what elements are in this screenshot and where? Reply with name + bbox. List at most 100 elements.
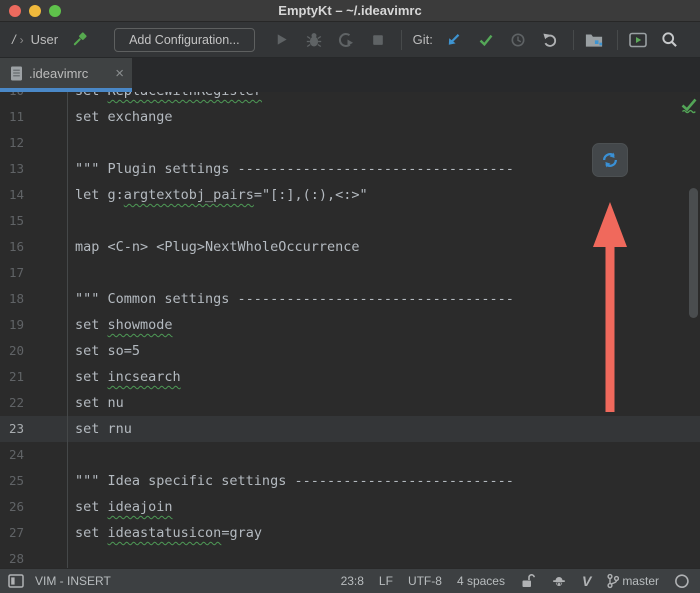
profiler-icon[interactable] [337, 31, 355, 49]
traffic-lights [9, 5, 61, 17]
typo-squiggle-word: incsearch [108, 369, 181, 385]
git-update-icon[interactable] [445, 31, 463, 49]
toolbar-separator [401, 30, 402, 50]
code-line[interactable]: 24 [0, 442, 700, 468]
code-text [68, 130, 75, 156]
line-number[interactable]: 23 [0, 416, 68, 442]
code-line[interactable]: 28 [0, 546, 700, 568]
code-line[interactable]: 25""" Idea specific settings -----------… [0, 468, 700, 494]
code-text: set ReplaceWithRegister [68, 92, 262, 104]
line-number[interactable]: 25 [0, 468, 68, 494]
line-number[interactable]: 20 [0, 338, 68, 364]
line-number[interactable]: 10 [0, 92, 68, 104]
code-text: set nu [68, 390, 124, 416]
line-number[interactable]: 15 [0, 208, 68, 234]
toolbar-separator [617, 30, 618, 50]
inspections-ok-icon[interactable] [680, 96, 698, 114]
code-text: """ Idea specific settings -------------… [68, 468, 514, 494]
code-line[interactable]: 11set exchange [0, 104, 700, 130]
stop-icon[interactable] [369, 31, 387, 49]
code-text: """ Plugin settings --------------------… [68, 156, 514, 182]
sync-refresh-button[interactable] [592, 143, 628, 177]
breadcrumb-root[interactable]: / [12, 32, 16, 47]
highlighting-level-hector-icon[interactable] [551, 573, 567, 589]
search-icon[interactable] [661, 31, 679, 49]
notifications-icon[interactable] [674, 573, 690, 589]
vertical-scrollbar-thumb[interactable] [689, 188, 698, 318]
line-number[interactable]: 24 [0, 442, 68, 468]
debug-bug-icon[interactable] [305, 31, 323, 49]
code-text [68, 208, 75, 234]
caret-position[interactable]: 23:8 [341, 574, 364, 588]
code-text: set rnu [68, 416, 132, 442]
add-configuration-button[interactable]: Add Configuration... [114, 28, 255, 52]
file-encoding[interactable]: UTF-8 [408, 574, 442, 588]
history-clock-icon[interactable] [509, 31, 527, 49]
git-label: Git: [413, 32, 433, 47]
tab-label: .ideavimrc [29, 66, 88, 81]
git-branch-icon [606, 573, 619, 589]
code-text: """ Common settings --------------------… [68, 286, 514, 312]
line-separator[interactable]: LF [379, 574, 393, 588]
typo-squiggle-word: ideajoin [108, 499, 173, 515]
code-text: let g:argtextobj_pairs="[:],(:),<:>" [68, 182, 368, 208]
toolwindow-toggle-icon[interactable] [8, 573, 24, 589]
ideavim-icon[interactable]: V [582, 573, 591, 589]
indent-setting[interactable]: 4 spaces [457, 574, 505, 588]
lock-unlocked-icon[interactable] [520, 573, 536, 589]
file-icon [10, 66, 23, 81]
line-number[interactable]: 11 [0, 104, 68, 130]
breadcrumb-item[interactable]: User [31, 32, 58, 47]
tab-close-icon[interactable]: × [115, 66, 124, 81]
sync-refresh-icon [601, 151, 619, 169]
code-text: set ideastatusicon=gray [68, 520, 262, 546]
rollback-undo-icon[interactable] [541, 31, 559, 49]
chevron-right-icon: › [20, 33, 24, 47]
toolbar-separator [573, 30, 574, 50]
line-number[interactable]: 18 [0, 286, 68, 312]
typo-squiggle-word: showmode [108, 317, 173, 333]
code-text [68, 260, 75, 286]
build-hammer-icon[interactable] [70, 31, 88, 49]
vim-mode-indicator[interactable]: VIM - INSERT [35, 574, 111, 588]
line-number[interactable]: 14 [0, 182, 68, 208]
line-number[interactable]: 13 [0, 156, 68, 182]
code-text: set showmode [68, 312, 173, 338]
tab-ideavimrc[interactable]: .ideavimrc × [0, 58, 132, 92]
line-number[interactable]: 17 [0, 260, 68, 286]
git-branch-widget[interactable]: master [606, 573, 659, 589]
typo-squiggle-word: argtextobj_pairs [124, 187, 254, 203]
editor-pane[interactable]: 10set ReplaceWithRegister11set exchange1… [0, 92, 700, 568]
main-toolbar: / › User Add Configuration... Git: [0, 22, 700, 58]
editor-tab-bar: .ideavimrc × [0, 58, 700, 92]
run-window-icon[interactable] [629, 31, 647, 49]
line-number[interactable]: 21 [0, 364, 68, 390]
code-line[interactable]: 23set rnu [0, 416, 700, 442]
code-line[interactable]: 10set ReplaceWithRegister [0, 92, 700, 104]
code-text [68, 546, 75, 568]
line-number[interactable]: 22 [0, 390, 68, 416]
close-window-button[interactable] [9, 5, 21, 17]
window-title: EmptyKt – ~/.ideavimrc [278, 3, 421, 18]
code-text [68, 442, 75, 468]
title-bar: EmptyKt – ~/.ideavimrc [0, 0, 700, 22]
code-text: set ideajoin [68, 494, 173, 520]
line-number[interactable]: 12 [0, 130, 68, 156]
zoom-window-button[interactable] [49, 5, 61, 17]
line-number[interactable]: 19 [0, 312, 68, 338]
code-text: set so=5 [68, 338, 140, 364]
typo-squiggle-word: ideastatusicon [108, 525, 222, 541]
line-number[interactable]: 26 [0, 494, 68, 520]
project-structure-folder-icon[interactable] [585, 31, 603, 49]
code-text: set incsearch [68, 364, 181, 390]
line-number[interactable]: 16 [0, 234, 68, 260]
line-number[interactable]: 27 [0, 520, 68, 546]
line-number[interactable]: 28 [0, 546, 68, 568]
status-bar: VIM - INSERT 23:8 LF UTF-8 4 spaces V ma… [0, 568, 700, 593]
typo-squiggle-word: ReplaceWithRegister [108, 92, 262, 99]
git-commit-check-icon[interactable] [477, 31, 495, 49]
run-icon[interactable] [273, 31, 291, 49]
minimize-window-button[interactable] [29, 5, 41, 17]
code-line[interactable]: 27set ideastatusicon=gray [0, 520, 700, 546]
code-line[interactable]: 26set ideajoin [0, 494, 700, 520]
